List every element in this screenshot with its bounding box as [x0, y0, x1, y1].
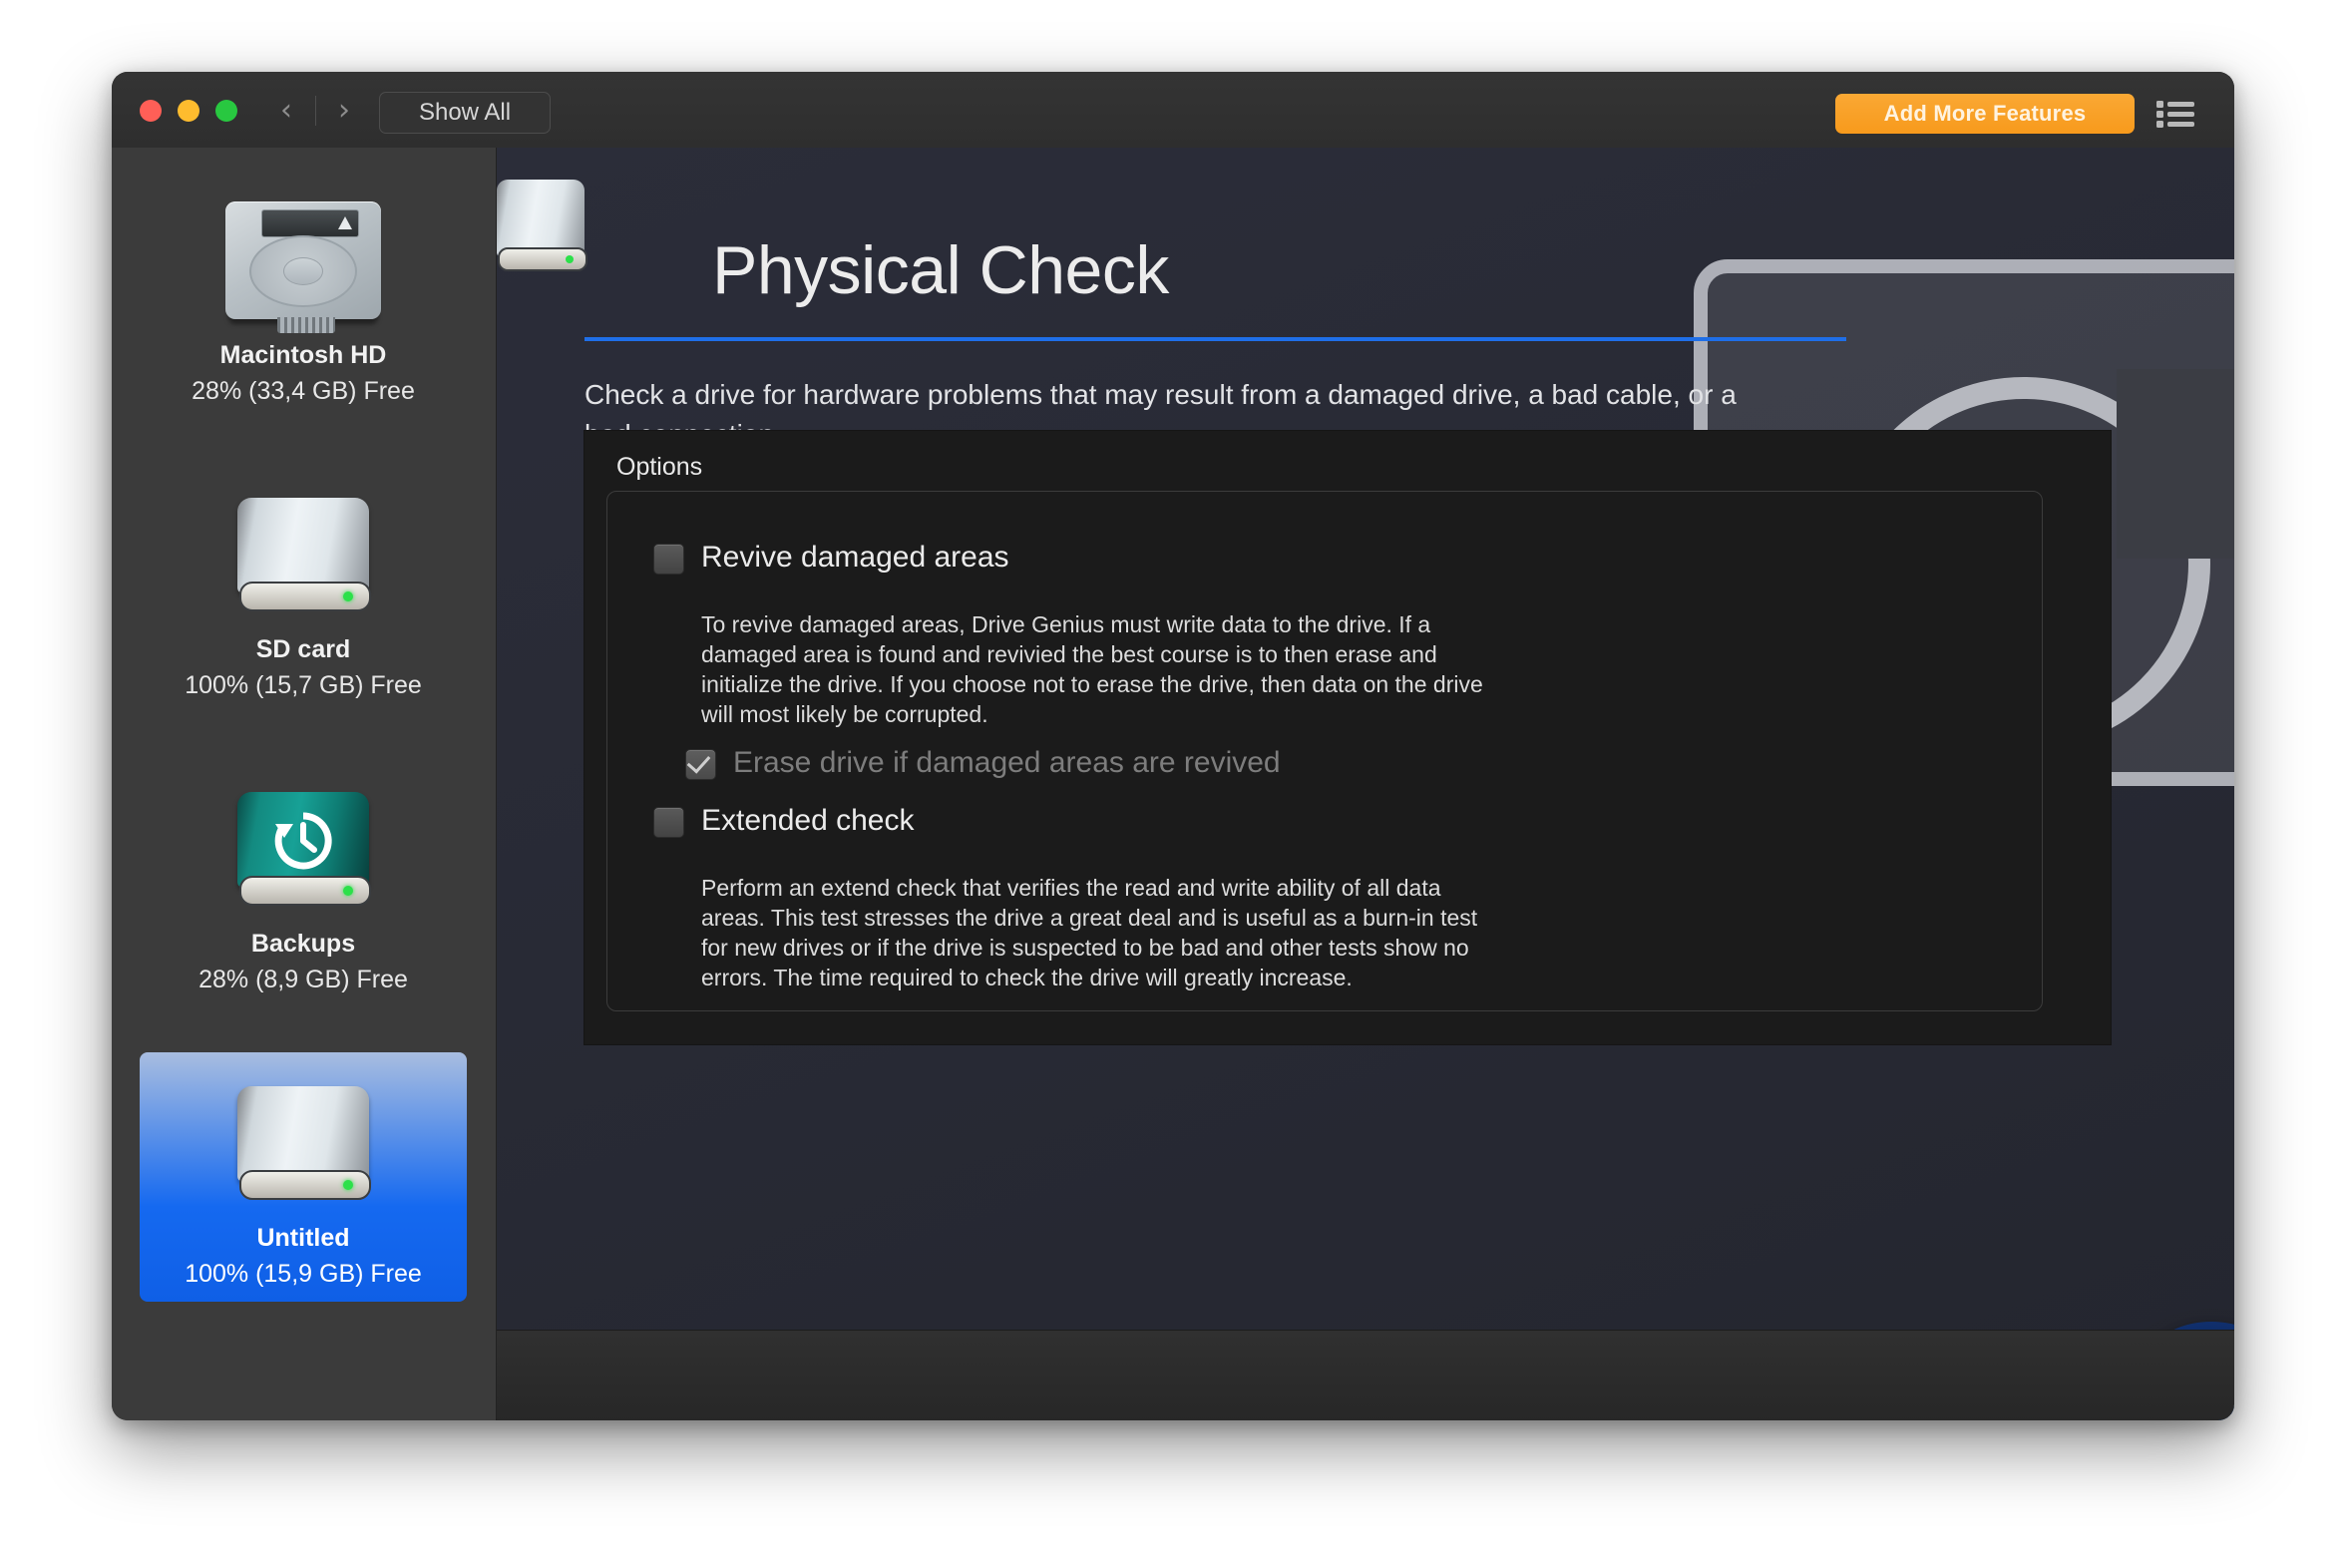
drive-free-space: 28% (33,4 GB) Free — [192, 377, 415, 405]
drive-name: SD card — [255, 635, 351, 663]
options-group-label: Options — [616, 453, 703, 481]
drive-name: Backups — [250, 930, 356, 958]
close-window-button[interactable] — [140, 100, 162, 122]
internal-hard-drive-icon — [140, 184, 467, 333]
sidebar-item-untitled[interactable]: Untitled 100% (15,9 GB) Free — [140, 1052, 467, 1302]
drive-free-space: 28% (8,9 GB) Free — [198, 966, 408, 993]
back-navigation-icon[interactable]: ‹ — [269, 92, 303, 130]
sidebar-item-sd-card[interactable]: SD card 100% (15,7 GB) Free — [140, 464, 467, 713]
external-drive-icon — [140, 478, 467, 627]
options-panel: Options Revive damaged areas To revive d… — [585, 431, 2111, 1044]
page-title: Physical Check — [712, 232, 1169, 308]
nav-divider — [315, 96, 316, 126]
drive-name: Untitled — [256, 1224, 350, 1252]
app-window: ‹ › Show All Add More Features Macintosh… — [112, 72, 2234, 1420]
sidebar-item-macintosh-hd[interactable]: Macintosh HD 28% (33,4 GB) Free — [140, 170, 467, 419]
minimize-window-button[interactable] — [178, 100, 199, 122]
time-machine-drive-icon — [140, 772, 467, 922]
list-view-icon[interactable] — [2154, 96, 2196, 132]
drive-sidebar: Macintosh HD 28% (33,4 GB) Free SD card … — [112, 148, 497, 1420]
revive-damaged-areas-label: Revive damaged areas — [701, 541, 1009, 574]
drive-name: Macintosh HD — [219, 341, 387, 369]
options-group-box: Revive damaged areas To revive damaged a… — [606, 491, 2043, 1011]
status-bar — [497, 1330, 2234, 1420]
main-content: ? — [497, 148, 2234, 1420]
time-machine-clock-icon — [272, 810, 334, 872]
show-all-button[interactable]: Show All — [379, 92, 551, 134]
revive-damaged-areas-description: To revive damaged areas, Drive Genius mu… — [701, 611, 1483, 727]
maximize-window-button[interactable] — [215, 100, 237, 122]
drive-free-space: 100% (15,7 GB) Free — [185, 671, 422, 699]
screen-root: ‹ › Show All Add More Features Macintosh… — [0, 0, 2344, 1568]
forward-navigation-icon[interactable]: › — [327, 92, 361, 130]
external-drive-icon — [140, 1066, 467, 1216]
extended-check-label: Extended check — [701, 804, 915, 837]
sidebar-item-backups[interactable]: Backups 28% (8,9 GB) Free — [140, 758, 467, 1007]
erase-drive-label: Erase drive if damaged areas are revived — [733, 746, 1281, 779]
erase-drive-checkbox[interactable] — [685, 749, 716, 780]
add-more-features-button[interactable]: Add More Features — [1835, 94, 2135, 134]
revive-damaged-areas-checkbox[interactable] — [653, 544, 684, 575]
title-underline — [585, 337, 1846, 341]
window-titlebar: ‹ › Show All Add More Features — [112, 72, 2234, 149]
extended-check-description: Perform an extend check that verifies th… — [701, 875, 1478, 990]
drive-free-space: 100% (15,9 GB) Free — [185, 1260, 422, 1288]
external-drive-icon — [497, 180, 592, 275]
extended-check-checkbox[interactable] — [653, 807, 684, 838]
